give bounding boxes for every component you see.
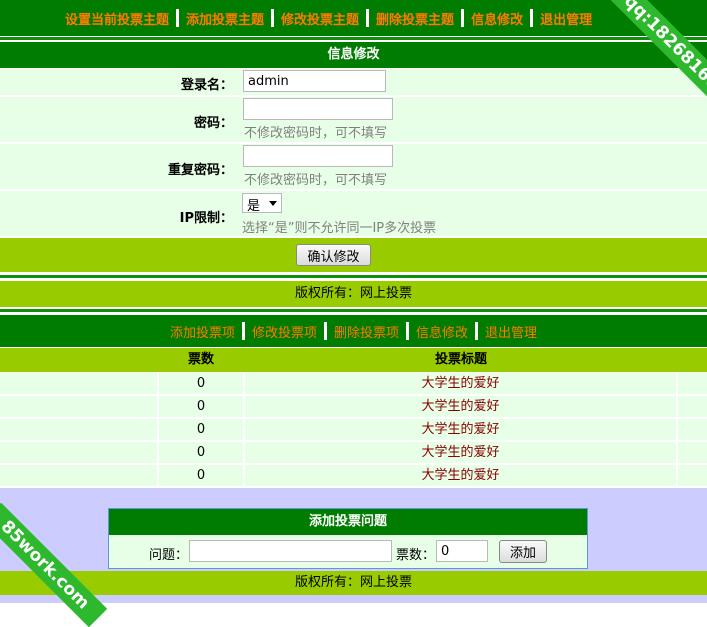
password-input[interactable] — [243, 98, 393, 120]
password-row: 密码： 不修改密码时，可不填写 — [0, 97, 707, 144]
vote-count: 0 — [196, 399, 206, 414]
ip-limit-row: IP限制： 是 选择“是”则不允许同一IP多次投票 — [0, 191, 707, 238]
repeat-password-hint: 不修改密码时，可不填写 — [244, 173, 388, 188]
ip-limit-hint: 选择“是”则不允许同一IP多次投票 — [242, 221, 437, 236]
item-nav: 添加投票项 修改投票项 删除投票项 信息修改 退出管理 — [0, 315, 707, 347]
nav-edit-topic[interactable]: 修改投票主题 — [274, 9, 366, 28]
nav-edit-item[interactable]: 修改投票项 — [245, 322, 324, 341]
ip-limit-select[interactable]: 是 — [242, 193, 282, 214]
vote-count: 0 — [196, 468, 206, 483]
repeat-password-label: 重复密码： — [167, 163, 233, 178]
nav-logout[interactable]: 退出管理 — [533, 9, 599, 28]
divider-line — [0, 275, 707, 278]
ip-limit-label: IP限制： — [179, 211, 233, 226]
repeat-password-row: 重复密码： 不修改密码时，可不填写 — [0, 144, 707, 191]
divider-line — [0, 309, 707, 312]
password-label: 密码： — [193, 116, 233, 131]
copyright-text-bottom: 版权所有：网上投票 — [0, 571, 707, 595]
table-row: 0 大学生的爱好 — [0, 396, 707, 419]
vote-title: 大学生的爱好 — [421, 399, 500, 414]
add-question-button[interactable]: 添加 — [499, 540, 547, 563]
add-question-panel: 添加投票问题 问题： 票数： 添加 — [108, 508, 588, 569]
nav-set-current-topic[interactable]: 设置当前投票主题 — [58, 9, 176, 28]
nav-info-edit[interactable]: 信息修改 — [464, 9, 530, 28]
vote-count: 0 — [196, 422, 206, 437]
nav-add-item[interactable]: 添加投票项 — [163, 322, 242, 341]
table-row: 0 大学生的爱好 — [0, 465, 707, 488]
question-label: 问题： — [149, 548, 189, 563]
cell-divider — [676, 442, 678, 463]
nav-info-edit-2[interactable]: 信息修改 — [409, 322, 475, 341]
ip-limit-selected: 是 — [247, 199, 261, 214]
vote-title: 大学生的爱好 — [421, 445, 500, 460]
nav-logout-2[interactable]: 退出管理 — [478, 322, 544, 341]
cell-divider — [676, 419, 678, 440]
cell-divider — [676, 373, 678, 394]
votes-input[interactable] — [436, 540, 488, 562]
divider-line — [0, 37, 707, 40]
question-input[interactable] — [189, 540, 392, 562]
column-header-votes: 票数 — [187, 352, 214, 367]
login-label: 登录名： — [180, 78, 233, 93]
table-row: 0 大学生的爱好 — [0, 419, 707, 442]
cell-divider — [676, 396, 678, 417]
table-row: 0 大学生的爱好 — [0, 442, 707, 465]
table-row: 0 大学生的爱好 — [0, 373, 707, 396]
votes-label: 票数： — [396, 548, 436, 563]
table-header: 票数 投票标题 — [0, 348, 707, 372]
vote-title: 大学生的爱好 — [421, 468, 500, 483]
nav-delete-item[interactable]: 删除投票项 — [327, 322, 406, 341]
copyright-text: 版权所有：网上投票 — [0, 281, 707, 307]
add-question-title: 添加投票问题 — [109, 509, 587, 535]
info-form-title: 信息修改 — [0, 42, 707, 68]
password-hint: 不修改密码时，可不填写 — [244, 126, 388, 141]
form-actions: 确认修改 — [0, 238, 707, 272]
column-header-title: 投票标题 — [434, 352, 487, 367]
top-nav: 设置当前投票主题 添加投票主题 修改投票主题 删除投票主题 信息修改 退出管理 — [0, 0, 707, 36]
vote-title: 大学生的爱好 — [421, 376, 500, 391]
vote-count: 0 — [196, 376, 206, 391]
nav-delete-topic[interactable]: 删除投票主题 — [369, 9, 461, 28]
chevron-down-icon — [269, 201, 277, 206]
confirm-edit-button[interactable]: 确认修改 — [296, 244, 371, 266]
login-row: 登录名： — [0, 69, 707, 97]
login-input[interactable] — [243, 70, 386, 92]
nav-add-topic[interactable]: 添加投票主题 — [179, 9, 271, 28]
cell-divider — [676, 465, 678, 486]
vote-count: 0 — [196, 445, 206, 460]
repeat-password-input[interactable] — [243, 145, 393, 167]
vote-title: 大学生的爱好 — [421, 422, 500, 437]
